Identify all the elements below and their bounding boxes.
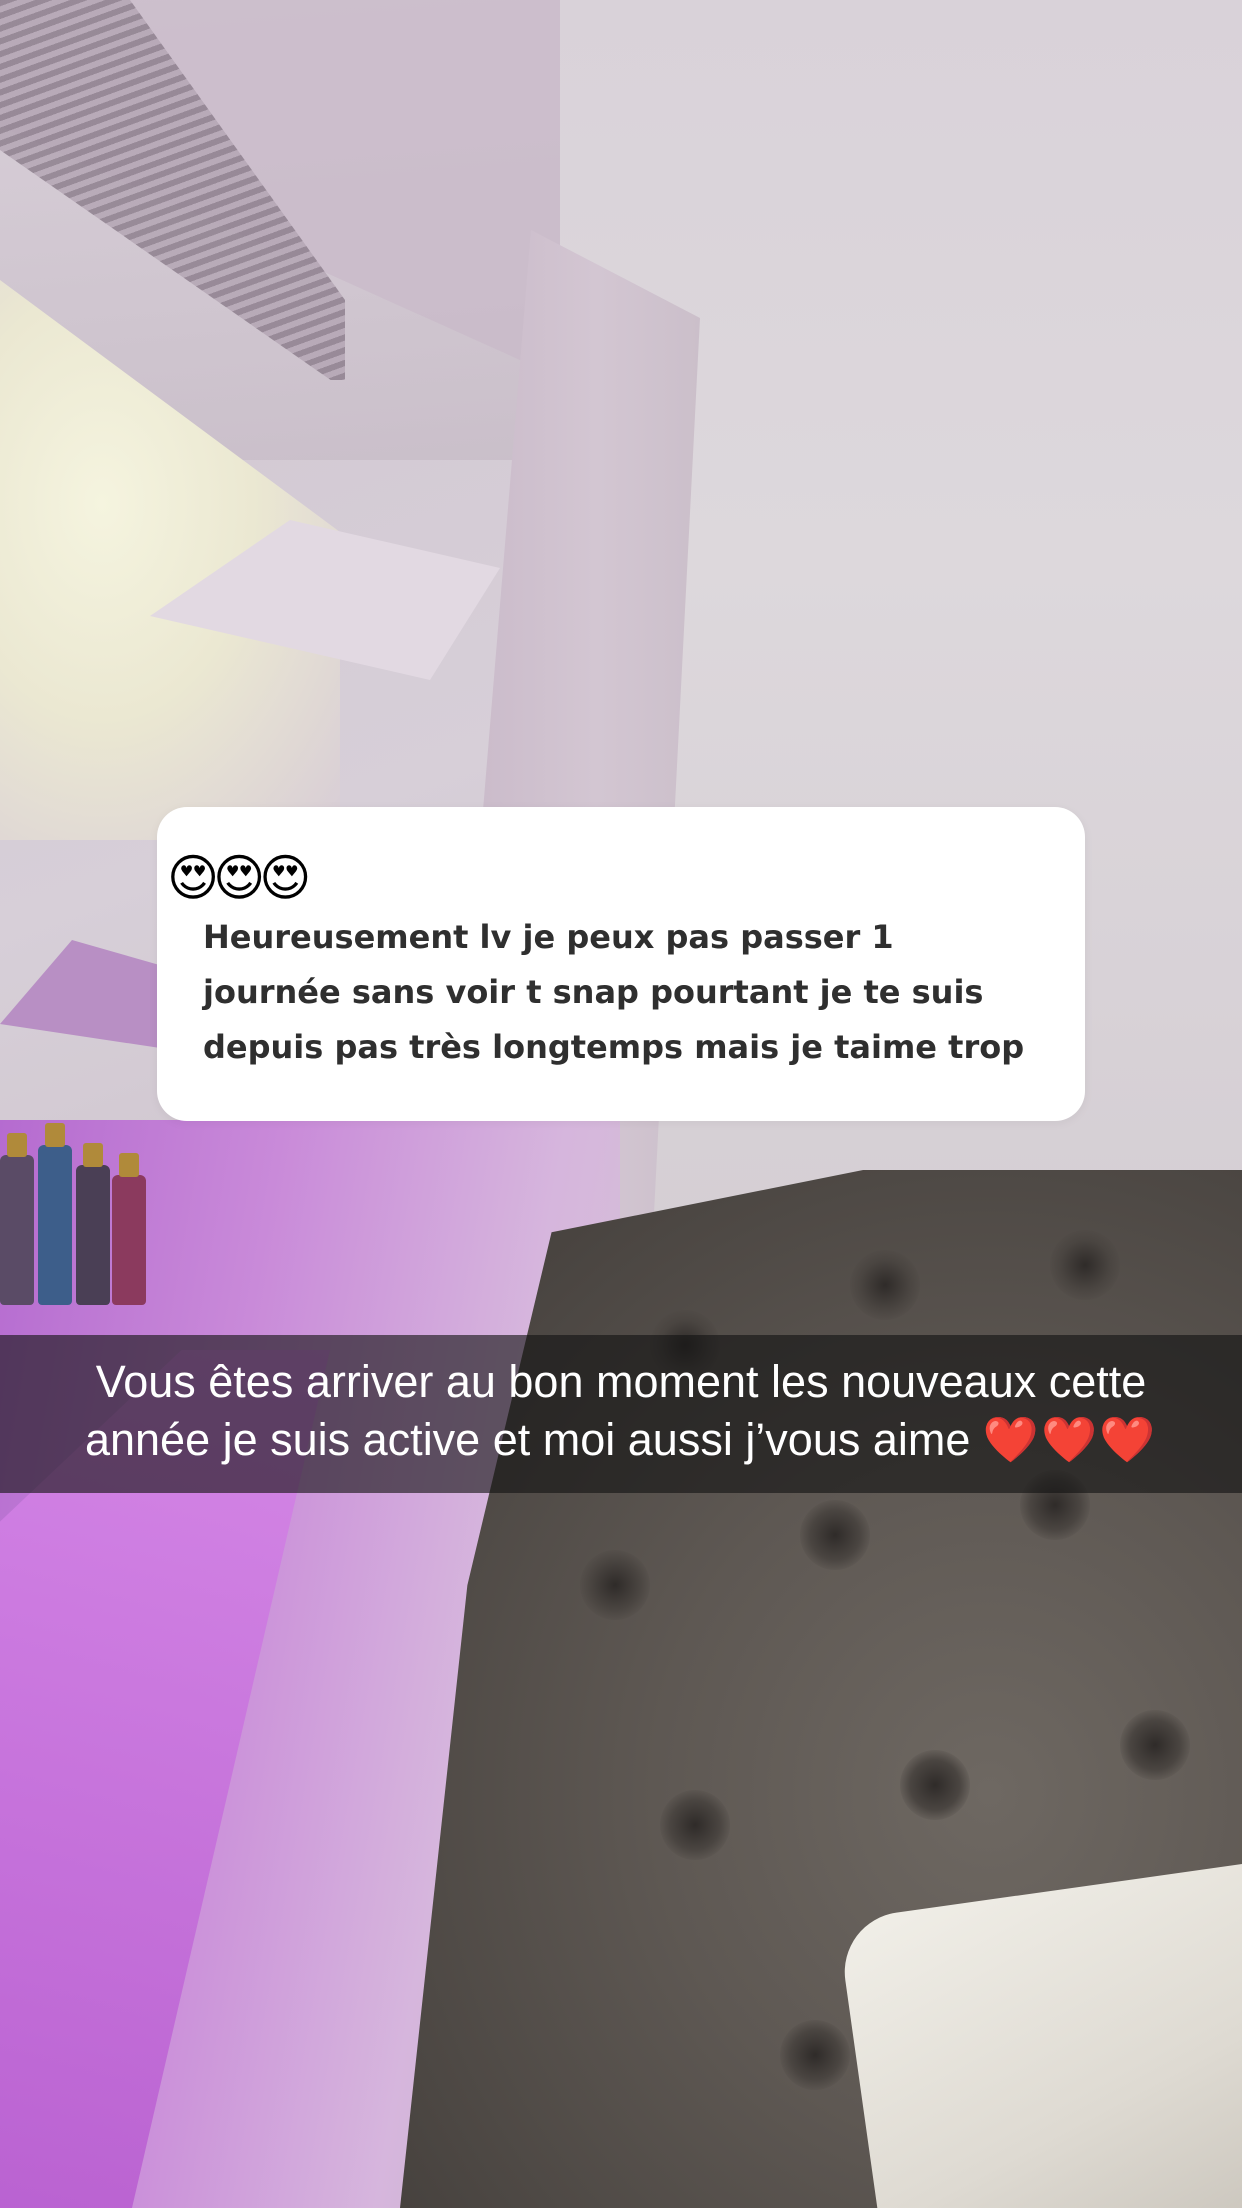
caption-line-2: année je suis active et moi aussi j’vous… [84, 1414, 971, 1465]
caption-line-1: Vous êtes arriver au bon moment les nouv… [95, 1356, 1147, 1407]
bottle-shape [76, 1143, 110, 1305]
sofa-tuft [660, 1790, 730, 1860]
sofa-tuft [780, 2020, 850, 2090]
sofa-tuft [800, 1500, 870, 1570]
sofa-tuft [580, 1550, 650, 1620]
story-view[interactable]: 😍😍😍 Heureusement lv je peux pas passer 1… [0, 0, 1242, 2208]
question-text: Heureusement lv je peux pas passer 1 jou… [203, 918, 1025, 1066]
sofa-tuft [1050, 1230, 1120, 1300]
sofa-tuft [900, 1750, 970, 1820]
background-pillow [836, 1862, 1242, 2208]
bottle-shape [0, 1133, 34, 1305]
bottle-shape [38, 1123, 72, 1305]
heart-eyes-emoji-icon: 😍😍😍 [167, 849, 311, 907]
question-sticker-card[interactable]: 😍😍😍 Heureusement lv je peux pas passer 1… [157, 807, 1085, 1121]
bottle-shape [112, 1153, 146, 1305]
caption-bar: Vous êtes arriver au bon moment les nouv… [0, 1335, 1242, 1493]
sofa-tuft [850, 1250, 920, 1320]
caption-text: Vous êtes arriver au bon moment les nouv… [0, 1353, 1242, 1469]
red-hearts-icon: ❤️❤️❤️ [982, 1414, 1158, 1465]
sofa-tuft [1120, 1710, 1190, 1780]
background-perfume-bottles [0, 1105, 160, 1305]
